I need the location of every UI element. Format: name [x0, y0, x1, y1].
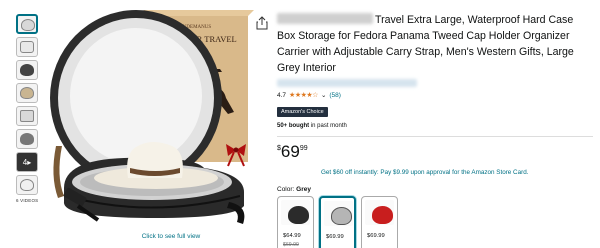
see-full-view-link[interactable]: Click to see full view — [0, 233, 280, 240]
swatch-list-price: $69.99 — [283, 242, 299, 248]
product-title: Travel Extra Large, Waterproof Hard Case… — [277, 12, 593, 76]
thumbnail-5[interactable] — [16, 106, 38, 126]
thumbnail-7[interactable] — [16, 175, 38, 195]
color-selector-label: Color: Grey — [277, 186, 593, 193]
thumbnail-strip: 4▸ 6 VIDEOS — [16, 14, 42, 203]
swatch-black[interactable]: $64.99 $69.99 — [277, 196, 314, 248]
price: $ 69 99 — [277, 143, 593, 161]
product-details: Travel Extra Large, Waterproof Hard Case… — [277, 12, 593, 248]
bought-count: 50+ bought — [277, 123, 310, 129]
price-whole: 69 — [280, 142, 300, 161]
color-selected-value: Grey — [296, 186, 311, 193]
thumbnail-6[interactable] — [16, 129, 38, 149]
swatch-grey[interactable]: $69.99 — [319, 196, 356, 248]
rating-row: 4.7 ★★★★☆ ⌄ (58) — [277, 90, 593, 100]
thumbnail-2[interactable] — [16, 37, 38, 57]
redacted-brand — [277, 13, 373, 24]
price-fraction: 99 — [299, 145, 308, 152]
video-thumbnail[interactable]: 4▸ — [16, 152, 38, 172]
swatch-price: $64.99 — [283, 233, 301, 239]
swatch-red[interactable]: $69.99 — [361, 196, 398, 248]
bought-period: in past month — [309, 123, 347, 129]
swatch-price: $69.99 — [326, 234, 344, 240]
swatch-case-icon — [331, 207, 352, 225]
divider — [277, 136, 593, 137]
amazons-choice-badge: Amazon's Choice — [277, 107, 328, 117]
swatch-image — [365, 200, 394, 225]
play-icon: 4▸ — [22, 157, 32, 167]
swatch-case-icon — [372, 206, 393, 224]
review-count-link[interactable]: (58) — [329, 92, 341, 99]
swatch-case-icon — [288, 206, 309, 224]
swatch-image — [324, 201, 353, 226]
rating-value: 4.7 — [277, 91, 287, 99]
videos-count-label[interactable]: 6 VIDEOS — [16, 198, 42, 203]
star-rating-icon[interactable]: ★★★★☆ — [289, 91, 318, 99]
thumbnail-3[interactable] — [16, 60, 38, 80]
store-card-offer-link[interactable]: Get $60 off instantly: Pay $9.99 upon ap… — [321, 169, 593, 176]
color-swatches: $64.99 $69.99 $69.99 $69.99 — [277, 196, 593, 248]
bought-in-past-month: 50+ bought in past month — [277, 123, 593, 129]
redacted-store-link[interactable] — [277, 79, 417, 87]
color-label-text: Color: — [277, 186, 295, 193]
swatch-image — [281, 200, 310, 225]
thumbnail-1[interactable] — [16, 14, 38, 34]
share-icon[interactable] — [256, 16, 268, 30]
main-product-image[interactable]: SAYDEMANUS HAT BOX FOR TRAVEL — [44, 6, 272, 234]
chevron-down-icon[interactable]: ⌄ — [321, 91, 326, 99]
swatch-price: $69.99 — [367, 233, 385, 239]
thumbnail-4[interactable] — [16, 83, 38, 103]
